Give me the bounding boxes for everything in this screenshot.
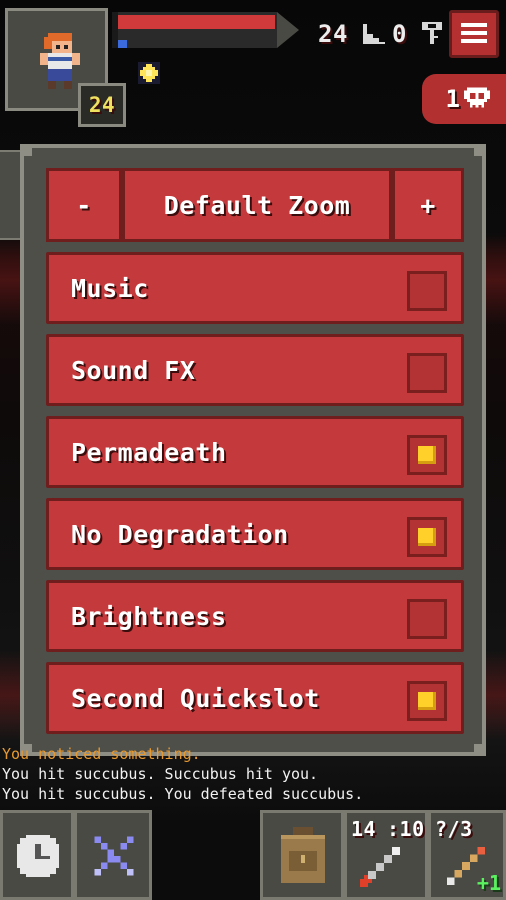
zoom-out-button[interactable]: - — [46, 168, 122, 242]
option-sound-fx[interactable]: Sound FX — [46, 334, 464, 406]
journal-side-tab[interactable] — [0, 150, 22, 240]
brightness-checkbox[interactable] — [407, 599, 447, 639]
option-label: Sound FX — [71, 355, 196, 385]
wand-upgrade-level: +1 — [476, 871, 501, 895]
second-quickslot-checkbox[interactable] — [407, 681, 447, 721]
option-brightness[interactable]: Brightness — [46, 580, 464, 652]
stairs-icon — [362, 24, 385, 44]
option-music[interactable]: Music — [46, 252, 464, 324]
permadeath-checkbox[interactable] — [407, 435, 447, 475]
option-label: Music — [71, 273, 149, 303]
crossed-swords-icon — [94, 836, 134, 876]
option-second-quickslot[interactable]: Second Quickslot — [46, 662, 464, 734]
option-label: No Degradation — [71, 519, 289, 549]
key-icon — [421, 22, 442, 44]
darts-count: 14 — [351, 817, 377, 841]
light-buff-icon[interactable] — [138, 62, 160, 84]
default-zoom-button[interactable]: Default Zoom — [122, 168, 392, 242]
health-fill — [112, 15, 275, 29]
danger-indicator[interactable]: 1 — [422, 74, 506, 124]
health-bar — [112, 12, 299, 48]
hamburger-menu-icon — [461, 23, 487, 43]
depth-value: 24 — [318, 20, 348, 48]
search-button[interactable] — [74, 810, 152, 900]
option-label: Permadeath — [71, 437, 227, 467]
skull-icon — [464, 87, 491, 108]
log-line: You hit succubus. Succubus hit you. — [2, 765, 319, 783]
option-permadeath[interactable]: Permadeath — [46, 416, 464, 488]
option-label: Second Quickslot — [71, 683, 320, 713]
no-degradation-checkbox[interactable] — [407, 517, 447, 557]
log-line: You noticed something. — [2, 745, 201, 763]
option-no-degradation[interactable]: No Degradation — [46, 498, 464, 570]
depth-indicator: 24 — [318, 20, 385, 48]
checkbox-checked-mark — [418, 692, 436, 710]
wait-button[interactable] — [0, 810, 74, 900]
clock-icon — [17, 835, 59, 877]
keys-value: 0 — [392, 20, 407, 48]
zoom-in-button[interactable]: + — [392, 168, 464, 242]
keys-indicator: 0 — [392, 20, 442, 48]
danger-count: 1 — [445, 85, 461, 113]
main-menu-button[interactable] — [449, 10, 499, 58]
quickslot-wand[interactable]: ?/3 +1 — [428, 810, 506, 900]
darts-extra: :10 — [387, 817, 425, 841]
settings-dialog: - Default Zoom + Music Sound FX Permadea… — [20, 144, 486, 756]
checkbox-checked-mark — [418, 446, 436, 464]
sound-fx-checkbox[interactable] — [407, 353, 447, 393]
music-checkbox[interactable] — [407, 271, 447, 311]
game-log: You noticed something. You hit succubus.… — [2, 744, 363, 804]
dart-icon — [360, 847, 400, 887]
checkbox-checked-mark — [418, 528, 436, 546]
wand-charges: ?/3 — [435, 817, 473, 841]
log-line: You hit succubus. You defeated succubus. — [2, 785, 364, 803]
backpack-button[interactable] — [260, 810, 344, 900]
hero-sprite-icon — [40, 33, 80, 89]
hero-level-badge: 24 — [78, 83, 126, 127]
backpack-icon — [281, 827, 325, 883]
quickslot-darts[interactable]: 14 :10 — [344, 810, 428, 900]
option-label: Brightness — [71, 601, 227, 631]
